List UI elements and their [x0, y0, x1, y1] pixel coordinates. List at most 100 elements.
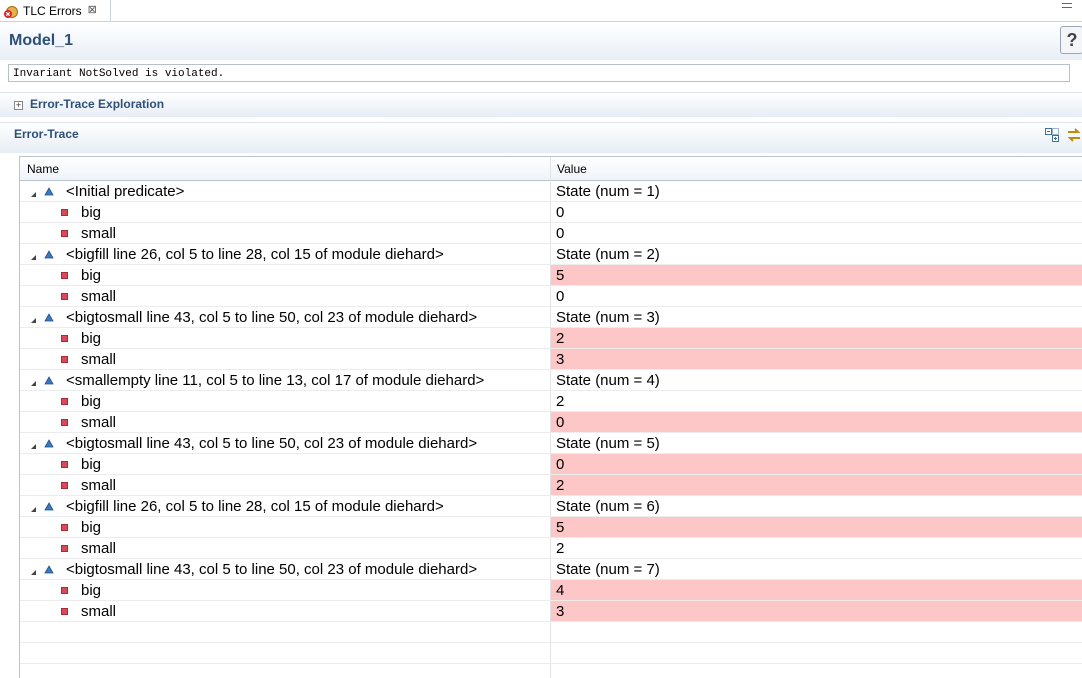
variable-icon	[61, 524, 68, 531]
state-row[interactable]: <bigtosmall line 43, col 5 to line 50, c…	[20, 559, 1082, 580]
minimize-icon[interactable]	[1062, 3, 1072, 8]
section-title-trace: Error-Trace	[14, 127, 79, 141]
value-cell: 0	[551, 202, 1082, 222]
editor-tab-bar: TLC Errors ⊠	[0, 0, 1082, 22]
value-cell: State (num = 5)	[551, 433, 1082, 453]
collapse-all-icon[interactable]	[1044, 127, 1060, 143]
variable-name: big	[81, 330, 102, 347]
variable-row[interactable]: big 2	[20, 328, 1082, 349]
variable-icon	[61, 230, 68, 237]
state-name: <Initial predicate>	[66, 183, 185, 200]
variable-row[interactable]: big 0	[20, 202, 1082, 223]
toggle-trace-order-icon[interactable]	[1066, 127, 1082, 143]
changed-value-cell: 0	[551, 412, 1082, 432]
column-header-name[interactable]: Name	[27, 162, 59, 176]
expanded-arrow-icon[interactable]	[31, 313, 37, 323]
variable-icon	[61, 482, 68, 489]
value-text: 2	[556, 540, 565, 557]
column-header-value[interactable]: Value	[557, 162, 587, 176]
tab-tlc-errors[interactable]: TLC Errors ⊠	[0, 0, 111, 21]
error-message-field[interactable]: Invariant NotSolved is violated.	[8, 64, 1070, 82]
value-cell: 2	[551, 391, 1082, 411]
state-name: <bigfill line 26, col 5 to line 28, col …	[66, 498, 444, 515]
error-trace-section: Error-Trace	[0, 122, 1082, 153]
form-header: Model_1 ?	[0, 22, 1082, 60]
value-text: State (num = 1)	[556, 183, 660, 200]
value-text: 2	[556, 330, 565, 347]
value-text: State (num = 3)	[556, 309, 660, 326]
expanded-arrow-icon[interactable]	[31, 439, 37, 449]
expanded-arrow-icon[interactable]	[31, 376, 37, 386]
tab-label: TLC Errors	[23, 3, 82, 18]
variable-row[interactable]: small 0	[20, 223, 1082, 244]
error-trace-table: Name Value <Initial predicate> State (num…	[19, 156, 1082, 678]
variable-row[interactable]: small 3	[20, 349, 1082, 370]
expanded-arrow-icon[interactable]	[31, 565, 37, 575]
variable-name: big	[81, 456, 102, 473]
variable-icon	[61, 545, 68, 552]
value-cell: State (num = 2)	[551, 244, 1082, 264]
empty-row	[20, 622, 1082, 643]
variable-row[interactable]: small 2	[20, 538, 1082, 559]
variable-name: big	[81, 519, 102, 536]
changed-value-cell: 4	[551, 580, 1082, 600]
value-text: 2	[556, 393, 565, 410]
state-row[interactable]: <bigtosmall line 43, col 5 to line 50, c…	[20, 307, 1082, 328]
value-text: 3	[556, 603, 565, 620]
state-row[interactable]: <Initial predicate> State (num = 1)	[20, 181, 1082, 202]
changed-value-cell: 5	[551, 517, 1082, 537]
value-text: 2	[556, 477, 565, 494]
state-row[interactable]: <bigfill line 26, col 5 to line 28, col …	[20, 244, 1082, 265]
variable-row[interactable]: small 2	[20, 475, 1082, 496]
variable-icon	[61, 398, 68, 405]
state-row[interactable]: <bigtosmall line 43, col 5 to line 50, c…	[20, 433, 1082, 454]
table-header: Name Value	[20, 157, 1082, 181]
state-row[interactable]: <smallempty line 11, col 5 to line 13, c…	[20, 370, 1082, 391]
value-text: State (num = 2)	[556, 246, 660, 263]
variable-row[interactable]: big 2	[20, 391, 1082, 412]
close-icon[interactable]: ⊠	[88, 5, 97, 16]
state-name: <bigtosmall line 43, col 5 to line 50, c…	[66, 561, 478, 578]
variable-name: big	[81, 204, 102, 221]
state-name: <bigtosmall line 43, col 5 to line 50, c…	[66, 309, 478, 326]
page-title: Model_1	[9, 32, 74, 49]
value-cell: State (num = 6)	[551, 496, 1082, 516]
expand-plus-icon[interactable]: +	[14, 101, 23, 110]
value-text: State (num = 4)	[556, 372, 660, 389]
changed-value-cell: 2	[551, 475, 1082, 495]
help-button[interactable]: ?	[1060, 26, 1082, 54]
variable-row[interactable]: big 4	[20, 580, 1082, 601]
variable-row[interactable]: small 0	[20, 412, 1082, 433]
expanded-arrow-icon[interactable]	[31, 187, 37, 197]
variable-row[interactable]: small 3	[20, 601, 1082, 622]
error-trace-exploration-section[interactable]: + Error-Trace Exploration	[0, 92, 1082, 117]
state-name: <bigtosmall line 43, col 5 to line 50, c…	[66, 435, 478, 452]
variable-row[interactable]: big 0	[20, 454, 1082, 475]
variable-name: small	[81, 288, 117, 305]
changed-value-cell: 0	[551, 454, 1082, 474]
variable-row[interactable]: big 5	[20, 265, 1082, 286]
variable-name: big	[81, 267, 102, 284]
value-cell: 2	[551, 538, 1082, 558]
variable-name: small	[81, 540, 117, 557]
variable-name: small	[81, 414, 117, 431]
variable-row[interactable]: small 0	[20, 286, 1082, 307]
expanded-arrow-icon[interactable]	[31, 250, 37, 260]
section-title-exploration: Error-Trace Exploration	[30, 97, 165, 111]
value-cell: State (num = 7)	[551, 559, 1082, 579]
value-cell: State (num = 4)	[551, 370, 1082, 390]
value-text: 5	[556, 519, 565, 536]
expanded-arrow-icon[interactable]	[31, 502, 37, 512]
value-text: 0	[556, 288, 565, 305]
value-text: 0	[556, 456, 565, 473]
variable-icon	[61, 272, 68, 279]
value-text: State (num = 5)	[556, 435, 660, 452]
state-row[interactable]: <bigfill line 26, col 5 to line 28, col …	[20, 496, 1082, 517]
state-icon	[44, 249, 54, 259]
value-cell: 0	[551, 286, 1082, 306]
value-text: 4	[556, 582, 565, 599]
variable-name: small	[81, 603, 117, 620]
state-icon	[44, 312, 54, 322]
variable-icon	[61, 608, 68, 615]
variable-row[interactable]: big 5	[20, 517, 1082, 538]
